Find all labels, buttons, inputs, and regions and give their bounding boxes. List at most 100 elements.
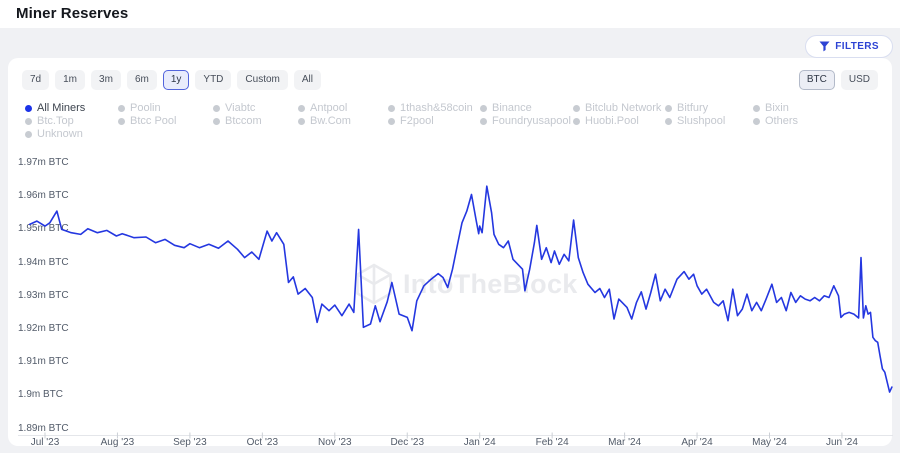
filters-button[interactable]: FILTERS	[805, 35, 893, 58]
watermark: IntoTheBlock	[354, 263, 578, 305]
time-range-label: 1y	[171, 74, 182, 85]
unit-toggle-label: USD	[849, 74, 870, 85]
legend-dot-icon	[213, 105, 220, 112]
time-range-label: 3m	[99, 74, 113, 85]
time-range-button[interactable]: All	[294, 70, 321, 90]
legend-item[interactable]: All Miners	[25, 102, 118, 115]
legend-dot-icon	[753, 118, 760, 125]
y-axis-label: 1.92m BTC	[18, 323, 69, 335]
time-range-group: 7d 1m 3m 6m 1y YTD Custom All	[22, 70, 321, 90]
time-range-label: 7d	[30, 74, 41, 85]
legend-dot-icon	[573, 105, 580, 112]
legend-item-label: Bitfury	[677, 102, 708, 115]
page-title: Miner Reserves	[16, 0, 128, 28]
unit-toggle-button[interactable]: USD	[841, 70, 878, 90]
legend-dot-icon	[388, 118, 395, 125]
x-axis-label: Nov '23	[310, 437, 360, 449]
legend-dot-icon	[573, 118, 580, 125]
y-axis-label: 1.91m BTC	[18, 356, 69, 368]
legend-item-label: All Miners	[37, 102, 85, 115]
legend-item[interactable]: Antpool	[298, 102, 388, 115]
legend-dot-icon	[25, 118, 32, 125]
time-range-button[interactable]: YTD	[195, 70, 231, 90]
legend-item-label: F2pool	[400, 115, 434, 128]
x-axis-label: Feb '24	[527, 437, 577, 449]
legend-item-label: Bw.Com	[310, 115, 351, 128]
app-header: Miner Reserves	[0, 0, 900, 28]
time-range-button[interactable]: Custom	[237, 70, 287, 90]
time-range-button[interactable]: 1m	[55, 70, 85, 90]
legend-dot-icon	[480, 105, 487, 112]
legend-item[interactable]: F2pool	[388, 115, 480, 128]
y-axis-label: 1.9m BTC	[18, 389, 63, 401]
legend-item[interactable]: Poolin	[118, 102, 213, 115]
legend-dot-icon	[298, 105, 305, 112]
legend-item-label: Others	[765, 115, 798, 128]
y-axis-label: 1.89m BTC	[18, 423, 69, 435]
y-axis-label: 1.97m BTC	[18, 157, 69, 169]
time-range-label: All	[302, 74, 313, 85]
unit-toggle-button[interactable]: BTC	[799, 70, 835, 90]
legend-item[interactable]: Viabtc	[213, 102, 298, 115]
legend-item-label: Binance	[492, 102, 532, 115]
time-range-label: 1m	[63, 74, 77, 85]
x-axis-label: Aug '23	[92, 437, 142, 449]
legend-item-label: Poolin	[130, 102, 161, 115]
legend-item[interactable]: Bitfury	[665, 102, 753, 115]
x-axis-label: Jul '23	[20, 437, 70, 449]
legend-item[interactable]: Btccom	[213, 115, 298, 128]
legend-item[interactable]: Binance	[480, 102, 573, 115]
legend-item[interactable]: Unknown	[25, 128, 118, 141]
legend: All Miners Poolin Viabtc Antpool 1thash&…	[25, 102, 882, 141]
y-axis-label: 1.96m BTC	[18, 190, 69, 202]
controls-row: 7d 1m 3m 6m 1y YTD Custom All B	[8, 70, 892, 90]
x-axis-label: Jan '24	[455, 437, 505, 449]
legend-item[interactable]: Others	[753, 115, 882, 128]
legend-dot-icon	[665, 118, 672, 125]
legend-item[interactable]: Btc.Top	[25, 115, 118, 128]
time-range-label: Custom	[245, 74, 279, 85]
legend-item[interactable]: Bixin	[753, 102, 882, 115]
x-axis-label: Sep '23	[165, 437, 215, 449]
legend-item[interactable]: Foundryusapool	[480, 115, 573, 128]
legend-item-label: Bixin	[765, 102, 789, 115]
x-axis-label: Mar '24	[600, 437, 650, 449]
y-axis-label: 1.94m BTC	[18, 257, 69, 269]
x-axis-label: May '24	[745, 437, 795, 449]
legend-dot-icon	[298, 118, 305, 125]
y-axis-label: 1.95m BTC	[18, 223, 69, 235]
y-axis-label: 1.93m BTC	[18, 290, 69, 302]
legend-dot-icon	[118, 118, 125, 125]
legend-dot-icon	[213, 118, 220, 125]
x-axis-label: Jun '24	[817, 437, 867, 449]
legend-dot-icon	[388, 105, 395, 112]
time-range-label: YTD	[203, 74, 223, 85]
legend-item[interactable]: Huobi.Pool	[573, 115, 665, 128]
watermark-text: IntoTheBlock	[403, 269, 578, 300]
legend-item[interactable]: 1thash&58coin	[388, 102, 480, 115]
legend-item[interactable]: Bitclub Network	[573, 102, 665, 115]
legend-item-label: Slushpool	[677, 115, 725, 128]
time-range-button[interactable]: 7d	[22, 70, 49, 90]
time-range-label: 6m	[135, 74, 149, 85]
legend-item[interactable]: Btcc Pool	[118, 115, 213, 128]
legend-item-label: Bitclub Network	[585, 102, 661, 115]
legend-item-label: Foundryusapool	[492, 115, 571, 128]
legend-item[interactable]: Bw.Com	[298, 115, 388, 128]
legend-dot-icon	[665, 105, 672, 112]
funnel-icon	[819, 41, 830, 52]
unit-toggle-label: BTC	[807, 74, 827, 85]
legend-item-label: Viabtc	[225, 102, 255, 115]
legend-item-label: Antpool	[310, 102, 347, 115]
time-range-button[interactable]: 1y	[163, 70, 190, 90]
legend-item-label: Huobi.Pool	[585, 115, 639, 128]
time-range-button[interactable]: 3m	[91, 70, 121, 90]
x-axis-label: Oct '23	[237, 437, 287, 449]
legend-item-label: 1thash&58coin	[400, 102, 473, 115]
legend-item[interactable]: Slushpool	[665, 115, 753, 128]
legend-item-label: Btcc Pool	[130, 115, 176, 128]
legend-dot-icon	[25, 131, 32, 138]
legend-item-label: Btc.Top	[37, 115, 74, 128]
filters-button-label: FILTERS	[835, 41, 879, 52]
time-range-button[interactable]: 6m	[127, 70, 157, 90]
